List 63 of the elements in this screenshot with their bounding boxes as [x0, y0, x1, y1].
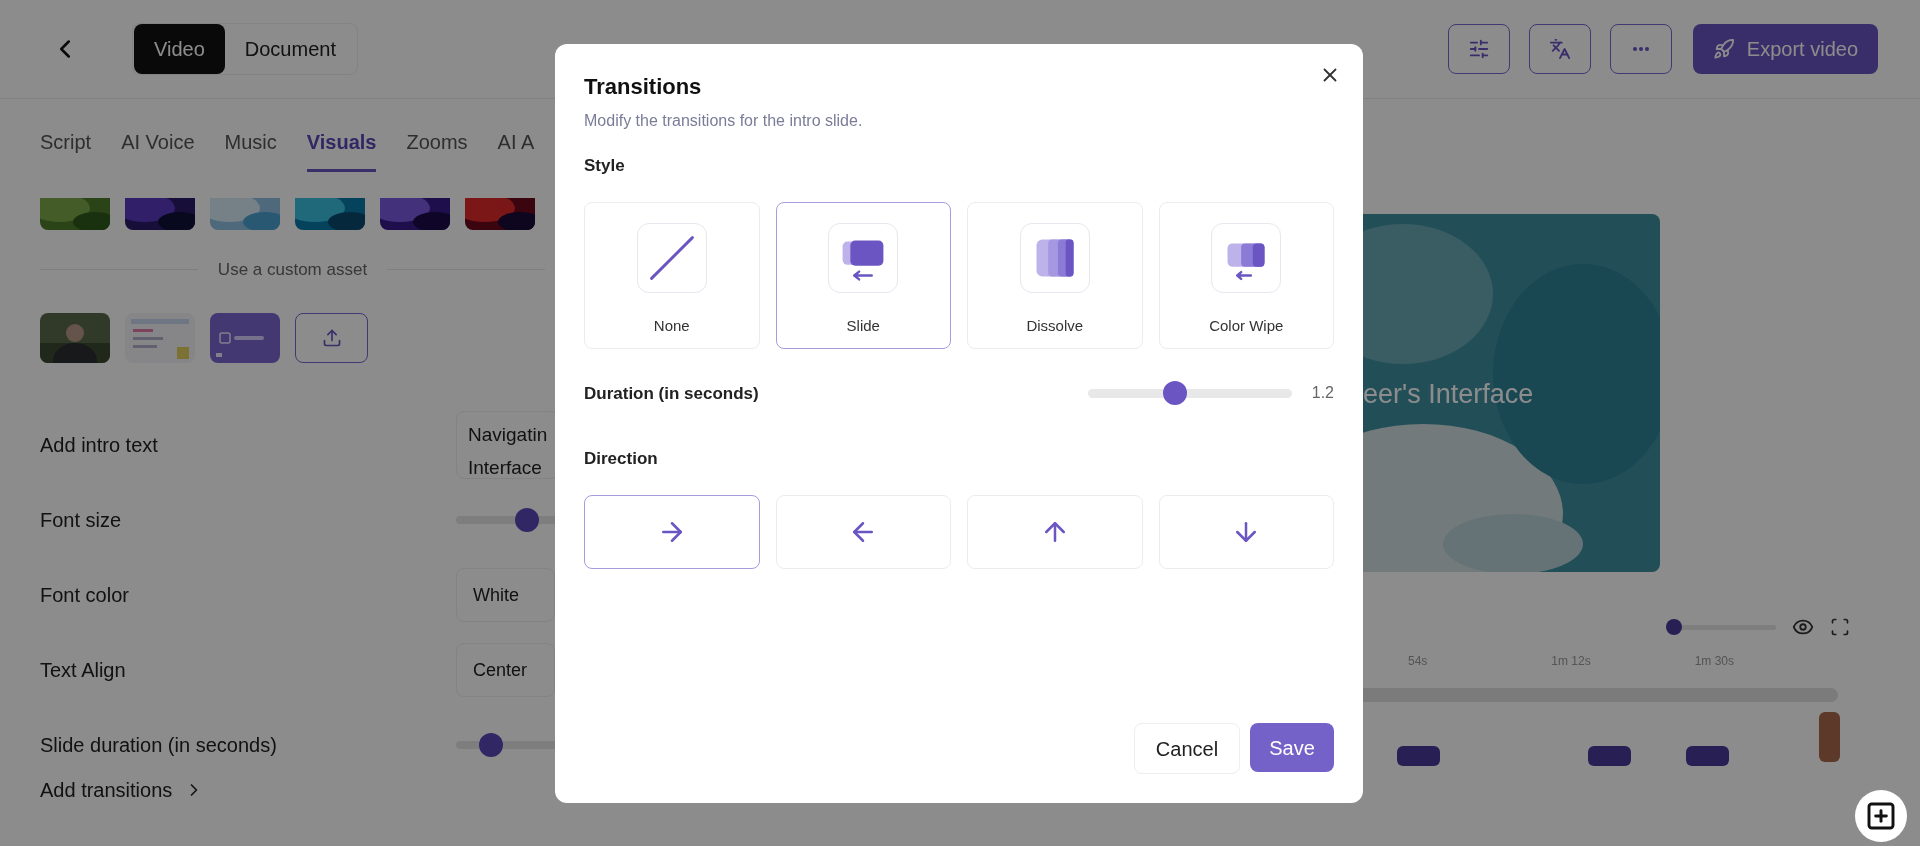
duration-label: Duration (in seconds) [584, 382, 760, 405]
select-field[interactable]: Center [456, 643, 555, 697]
wipe-panels-icon [1211, 222, 1282, 293]
setting-label: Font size [40, 508, 123, 533]
timeline-clip[interactable] [1397, 746, 1440, 766]
slider-thumb[interactable] [479, 733, 504, 757]
preview-caption: eer's Interface [1363, 378, 1534, 411]
tab[interactable]: Visuals [306, 127, 377, 172]
zoom-slider-track[interactable] [1666, 619, 1776, 635]
striped-square-icon [1019, 222, 1090, 293]
slider-track[interactable] [456, 733, 555, 757]
mode-tab[interactable]: Document [224, 24, 356, 74]
slider-thumb[interactable] [515, 508, 540, 532]
setting-label: Slide duration (in seconds) [40, 733, 278, 758]
timeline-clip[interactable] [1819, 712, 1840, 762]
timeline-tick: 1m 30s [1694, 653, 1734, 670]
dialog-title: Transitions [584, 73, 703, 101]
style-option[interactable]: Color Wipe [1158, 201, 1334, 349]
custom-asset-label: Use a custom asset [217, 259, 368, 281]
style-option[interactable]: None [584, 201, 760, 349]
settings-button[interactable] [1447, 24, 1510, 74]
upload-icon [321, 327, 342, 348]
zoom-slider-thumb[interactable] [1666, 619, 1682, 635]
select-field[interactable]: White [456, 568, 555, 622]
style-label: Style [584, 155, 626, 177]
style-option[interactable]: Dissolve [967, 201, 1143, 349]
direction-option[interactable] [584, 494, 760, 569]
more-button[interactable] [1609, 24, 1672, 74]
export-button[interactable]: Export video [1692, 24, 1878, 74]
duration-value: 1.2 [1311, 383, 1334, 404]
setting-label: Text Align [40, 658, 127, 683]
timeline-tick: 1m 12s [1551, 653, 1591, 670]
tab[interactable]: Music [224, 127, 277, 172]
save-button[interactable]: Save [1250, 723, 1334, 772]
settings-icon [1467, 38, 1490, 60]
setting-label: Add intro text [40, 433, 159, 458]
upload-button[interactable] [295, 312, 368, 363]
tab[interactable]: Script [40, 127, 92, 172]
add-transitions-link[interactable]: Add transitions [40, 774, 205, 805]
direction-label: Direction [584, 448, 659, 470]
tab[interactable]: Zooms [406, 127, 468, 172]
slide-panels-icon [828, 222, 899, 293]
duration-slider-track[interactable] [1087, 381, 1292, 406]
style-option[interactable]: Slide [775, 201, 951, 349]
translate-icon [1548, 38, 1571, 60]
rocket-icon [1712, 38, 1735, 60]
timeline-clip[interactable] [1686, 746, 1729, 766]
fullscreen-icon[interactable] [1830, 617, 1850, 637]
add-icon [1865, 800, 1897, 832]
timeline-clip[interactable] [1588, 746, 1631, 766]
dialog-subtitle: Modify the transitions for the intro slide. [584, 111, 864, 131]
tab[interactable]: AI A [497, 127, 535, 172]
timeline-tick: 54s [1408, 653, 1428, 670]
mode-tab[interactable]: Video [134, 24, 225, 74]
duration-slider-thumb[interactable] [1163, 381, 1188, 406]
intro-text-field[interactable]: Navigatin Interface [456, 411, 555, 479]
setting-label: Font color [40, 583, 130, 608]
cancel-button[interactable]: Cancel [1134, 723, 1240, 774]
add-button[interactable] [1855, 790, 1907, 842]
tab[interactable]: AI Voice [121, 127, 195, 172]
slider-track[interactable] [456, 508, 555, 532]
translate-button[interactable] [1528, 24, 1591, 74]
more-icon [1632, 47, 1649, 51]
